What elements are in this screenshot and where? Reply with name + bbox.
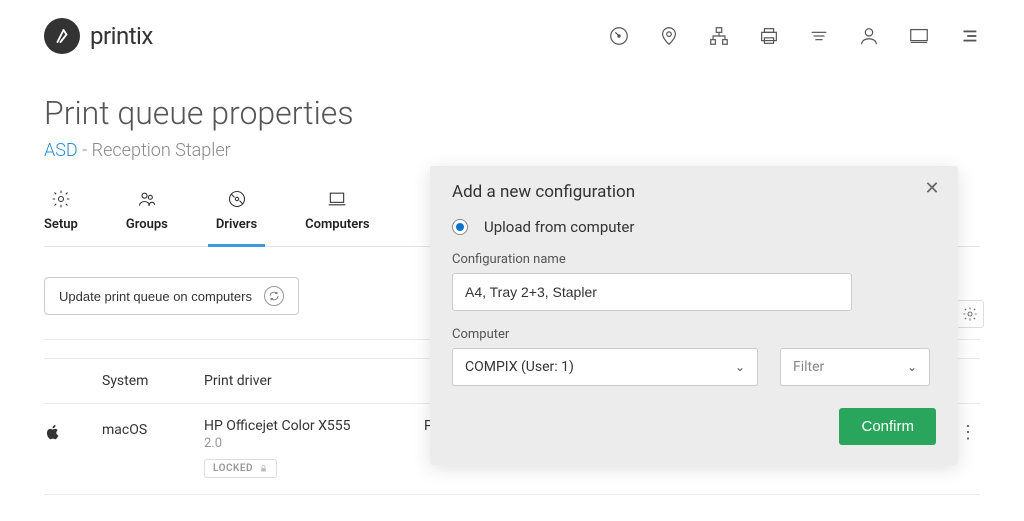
user-icon[interactable]: [858, 25, 880, 47]
tab-label: Setup: [44, 217, 78, 232]
update-queue-label: Update print queue on computers: [59, 289, 252, 304]
upload-from-computer-label: Upload from computer: [484, 218, 634, 236]
tab-groups[interactable]: Groups: [126, 189, 168, 246]
confirm-button[interactable]: Confirm: [839, 408, 936, 445]
top-nav: [608, 25, 980, 47]
config-name-input[interactable]: [452, 273, 852, 311]
location-icon[interactable]: [658, 25, 680, 47]
col-header-system: System: [102, 373, 204, 389]
driver-name: HP Officejet Color X555: [204, 418, 424, 434]
page-title: Print queue properties: [44, 94, 980, 132]
col-header-driver: Print driver: [204, 373, 424, 389]
computer-icon[interactable]: [908, 25, 930, 47]
settings-flyout-button[interactable]: [956, 300, 984, 328]
tab-setup[interactable]: Setup: [44, 189, 78, 246]
chevron-down-icon: ⌄: [907, 360, 917, 374]
row-menu-button[interactable]: ⋮: [956, 418, 980, 443]
printers-icon[interactable]: [758, 25, 780, 47]
dialog-title: Add a new configuration: [452, 182, 936, 202]
add-configuration-dialog: Add a new configuration ✕ Upload from co…: [430, 166, 958, 465]
upload-from-computer-radio[interactable]: [452, 219, 468, 235]
network-icon[interactable]: [708, 25, 730, 47]
filter-select[interactable]: Filter ⌄: [780, 348, 930, 386]
queues-icon[interactable]: [808, 25, 830, 47]
filter-placeholder: Filter: [793, 359, 824, 375]
locked-badge: LOCKED: [204, 459, 277, 478]
tab-drivers[interactable]: Drivers: [216, 189, 257, 246]
close-icon[interactable]: ✕: [922, 178, 942, 198]
tab-label: Groups: [126, 217, 168, 232]
brand-name: printix: [90, 22, 153, 50]
tab-computers[interactable]: Computers: [305, 189, 369, 246]
menu-icon[interactable]: [958, 25, 980, 47]
laptop-icon: [327, 189, 347, 209]
apple-icon: [44, 418, 102, 446]
computer-select-value: COMPIX (User: 1): [465, 359, 574, 375]
computer-label: Computer: [452, 327, 758, 342]
brand-mark-icon: [44, 18, 80, 54]
update-queue-button[interactable]: Update print queue on computers: [44, 277, 299, 315]
brand-logo[interactable]: printix: [44, 18, 153, 54]
driver-version: 2.0: [204, 436, 424, 451]
gear-icon: [51, 189, 71, 209]
breadcrumb-current: Reception Stapler: [92, 140, 231, 161]
disc-icon: [227, 189, 247, 209]
lock-icon: [259, 464, 268, 473]
breadcrumb: ASD - Reception Stapler: [44, 140, 980, 161]
dashboard-icon[interactable]: [608, 25, 630, 47]
computer-select[interactable]: COMPIX (User: 1) ⌄: [452, 348, 758, 386]
config-name-label: Configuration name: [452, 252, 936, 267]
chevron-down-icon: ⌄: [735, 360, 745, 374]
breadcrumb-link[interactable]: ASD: [44, 140, 78, 161]
tab-label: Computers: [305, 217, 369, 232]
tab-label: Drivers: [216, 217, 257, 232]
system-name: macOS: [102, 418, 204, 438]
sync-icon: [264, 286, 284, 306]
groups-icon: [137, 189, 157, 209]
